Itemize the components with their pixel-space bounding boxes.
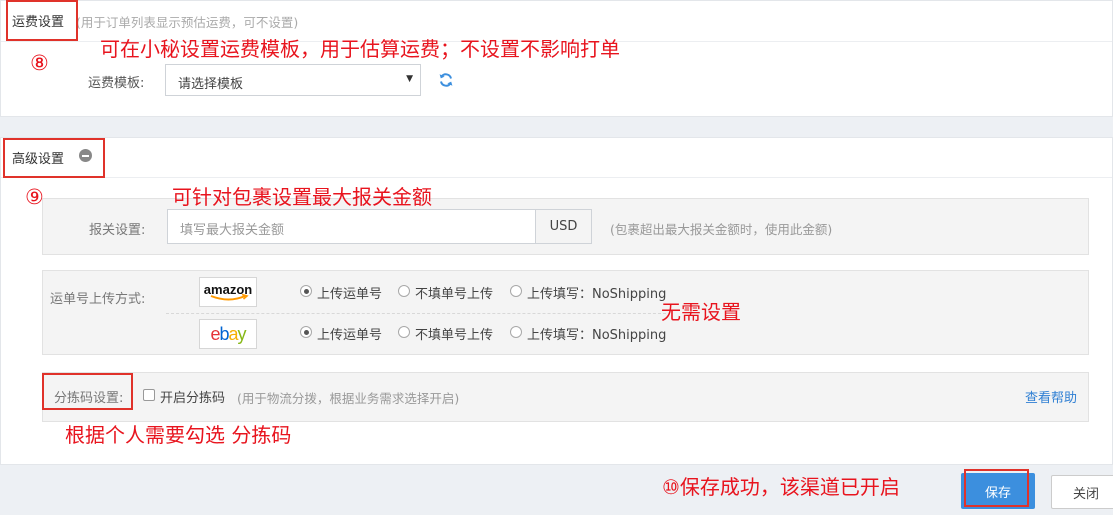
annotation-note8: 可在小秘设置运费模板，用于估算运费；不设置不影响打单 (100, 37, 620, 61)
customs-currency: USD (549, 219, 578, 234)
ebay-option-no-number-label: 不填单号上传 (415, 328, 494, 343)
sort-code-hint: (用于物流分拨，根据业务需求选择开启) (237, 391, 460, 406)
caret-down-icon: ▼ (406, 74, 413, 84)
ebay-radio-upload[interactable] (300, 326, 312, 338)
advanced-header-divider (1, 177, 1112, 178)
sort-code-checkbox-label: 开启分拣码 (160, 391, 226, 406)
ebay-option-noshipping-label: 上传填写：NoShipping (527, 328, 667, 343)
annotation-note9: 可针对包裹设置最大报关金额 (172, 185, 432, 209)
customs-currency-addon: USD (535, 209, 592, 244)
customs-amount-input[interactable]: 填写最大报关金额 (167, 209, 536, 244)
amazon-radio-no-number[interactable] (398, 285, 410, 297)
annotation-box-advanced-title (3, 138, 105, 178)
tracking-label: 运单号上传方式: (50, 292, 146, 307)
shipping-hint: (用于订单列表显示预估运费，可不设置) (76, 15, 299, 30)
amazon-radio-upload[interactable] (300, 285, 312, 297)
customs-label: 报关设置: (89, 223, 146, 238)
annotation-box-sort-code (42, 373, 133, 410)
annotation-note10: ⑩保存成功，该渠道已开启 (662, 475, 900, 499)
shipping-template-label: 运费模板: (88, 76, 145, 91)
annotation-step8: ⑧ (30, 51, 49, 75)
amazon-option-no-number-label: 不填单号上传 (415, 287, 494, 302)
refresh-icon[interactable] (436, 70, 456, 90)
ebay-logo: ebay (199, 319, 257, 349)
sort-code-checkbox[interactable] (143, 389, 155, 401)
help-link[interactable]: 查看帮助 (1025, 387, 1077, 406)
ebay-radio-noshipping[interactable] (510, 326, 522, 338)
ebay-option-upload-label: 上传运单号 (317, 328, 383, 343)
customs-placeholder: 填写最大报关金额 (180, 223, 285, 238)
annotation-box-save (964, 469, 1029, 507)
tracking-row-divider (166, 313, 666, 314)
annotation-note-none: 无需设置 (661, 300, 741, 324)
amazon-radio-noshipping[interactable] (510, 285, 522, 297)
annotation-box-shipping-title (6, 0, 78, 41)
shipping-template-select[interactable]: 请选择模板 ▼ (165, 64, 421, 96)
ebay-radio-no-number[interactable] (398, 326, 410, 338)
amazon-logo: amazon (199, 277, 257, 307)
annotation-step9: ⑨ (25, 185, 44, 209)
annotation-note-sort: 根据个人需要勾选 分拣码 (65, 423, 292, 447)
amazon-option-noshipping-label: 上传填写：NoShipping (527, 287, 667, 302)
shipping-template-value: 请选择模板 (178, 77, 244, 92)
close-button[interactable]: 关闭 (1051, 475, 1113, 509)
amazon-option-upload-label: 上传运单号 (317, 287, 383, 302)
customs-hint: (包裹超出最大报关金额时，使用此金额) (610, 222, 833, 237)
